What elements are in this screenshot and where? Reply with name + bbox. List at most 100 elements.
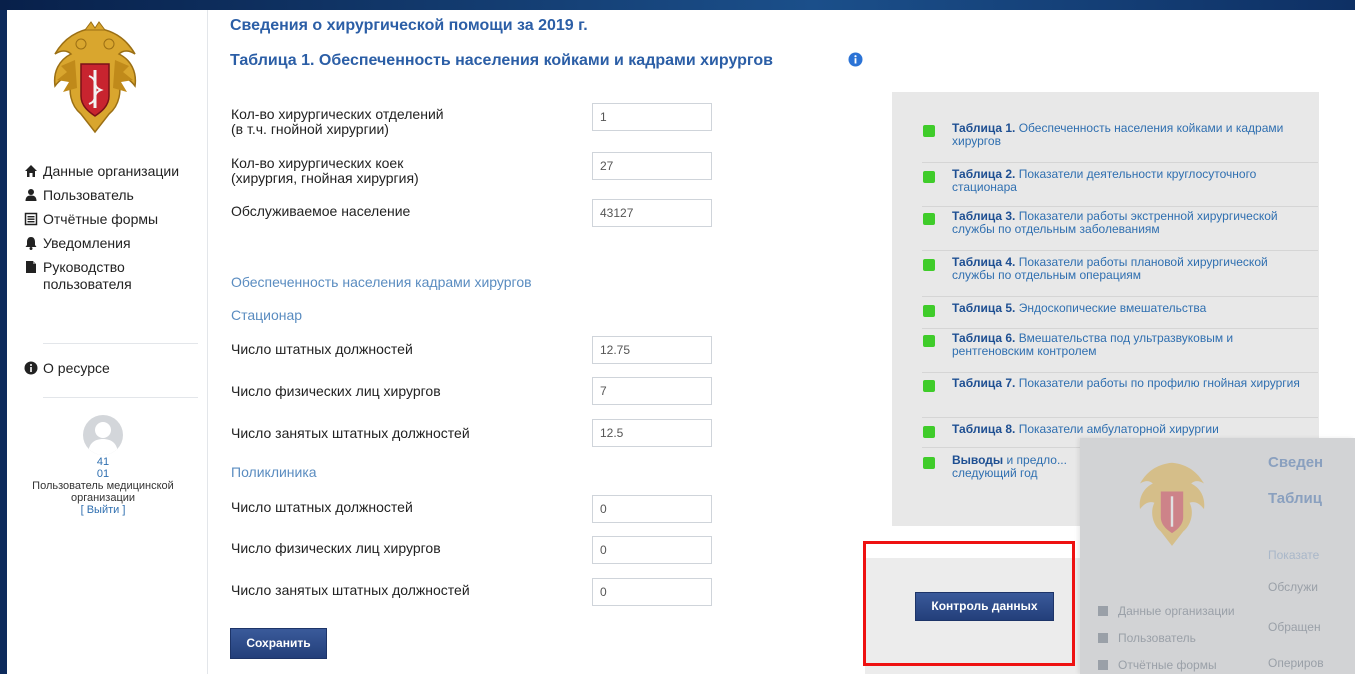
population-input[interactable] xyxy=(592,199,712,227)
avatar xyxy=(83,415,123,455)
table-link-desc: Эндоскопические вмешательства xyxy=(1015,301,1207,315)
overlay-nav-item: Данные организации xyxy=(1098,604,1235,618)
info-circle-icon xyxy=(24,361,38,375)
table-link-name: Таблица 8. xyxy=(952,422,1016,436)
status-complete-icon xyxy=(923,125,935,137)
document-icon xyxy=(26,261,36,273)
table-link-3[interactable]: Таблица 3. Показатели работы экстренной … xyxy=(922,210,1318,251)
table-link-name: Таблица 2. xyxy=(952,167,1016,181)
table-link-name: Таблица 4. xyxy=(952,255,1016,269)
field-label-staff-positions: Число штатных должностей xyxy=(231,341,413,357)
table-link-name: Таблица 1. xyxy=(952,121,1016,135)
overlay-line: Опериров xyxy=(1268,656,1324,670)
info-icon[interactable] xyxy=(848,52,863,67)
overlay-nav-item: Пользователь xyxy=(1098,631,1196,645)
home-icon xyxy=(25,165,37,177)
table-link-4[interactable]: Таблица 4. Показатели работы плановой хи… xyxy=(922,256,1318,297)
overlay-nav-item: Отчётные формы xyxy=(1098,658,1217,672)
status-complete-icon xyxy=(923,335,935,347)
coat-of-arms-logo xyxy=(1139,462,1205,546)
sidebar-item-label: О ресурсе xyxy=(43,360,110,376)
highlight-frame xyxy=(863,541,1075,666)
sidebar-nav: Данные организации Пользователь Отчётные… xyxy=(7,160,207,306)
table-link-name: Выводы xyxy=(952,453,1004,467)
field-label-staff-positions: Число штатных должностей xyxy=(231,499,413,515)
user-id-line2: 01 xyxy=(96,468,110,480)
polyclinic-occupied-input[interactable] xyxy=(592,578,712,606)
stationary-staff-positions-input[interactable] xyxy=(592,336,712,364)
field-label-occupied-positions: Число занятых штатных должностей xyxy=(231,425,470,441)
sidebar-item-user[interactable]: Пользователь xyxy=(7,184,207,208)
status-complete-icon xyxy=(923,380,935,392)
field-label-departments: Кол-во хирургических отделений (в т.ч. г… xyxy=(231,106,444,137)
field-label-surgeons-count: Число физических лиц хирургов xyxy=(231,383,441,399)
logout-link[interactable]: [ Выйти ] xyxy=(7,504,199,516)
section-title-staffing: Обеспеченность населения кадрами хирурго… xyxy=(231,274,532,290)
list-icon xyxy=(1098,660,1108,670)
table-link-name: Таблица 7. xyxy=(952,376,1016,390)
status-complete-icon xyxy=(923,213,935,225)
sidebar-item-label: Уведомления xyxy=(43,235,131,251)
table-link-desc: Показатели работы по профилю гнойная хир… xyxy=(1015,376,1300,390)
user-id-line1: 41 xyxy=(96,456,110,468)
sidebar-item-label: Руководство пользователя xyxy=(43,259,132,292)
departments-input[interactable] xyxy=(592,103,712,131)
sidebar-item-label: Пользователь xyxy=(43,187,134,203)
bell-icon xyxy=(25,237,37,250)
table-link-1[interactable]: Таблица 1. Обеспеченность населения койк… xyxy=(922,122,1318,163)
table-link-name: Таблица 3. xyxy=(952,209,1016,223)
sidebar-item-manual[interactable]: Руководство пользователя xyxy=(7,256,207,306)
overlay-line: Обслужи xyxy=(1268,580,1318,594)
list-icon xyxy=(24,212,38,226)
sidebar-item-notifications[interactable]: Уведомления xyxy=(7,232,207,256)
section-title-polyclinic: Поликлиника xyxy=(231,464,317,480)
user-info: 41 01 Пользователь медицинской организац… xyxy=(7,456,199,516)
status-complete-icon xyxy=(923,305,935,317)
save-button[interactable]: Сохранить xyxy=(230,628,327,659)
table-link-desc: Показатели амбулаторной хирургии xyxy=(1015,422,1219,436)
table-link-7[interactable]: Таблица 7. Показатели работы по профилю … xyxy=(922,377,1318,418)
status-complete-icon xyxy=(923,171,935,183)
table-link-6[interactable]: Таблица 6. Вмешательства под ультразвуко… xyxy=(922,332,1318,373)
table-link-2[interactable]: Таблица 2. Показатели деятельности кругл… xyxy=(922,168,1318,207)
stationary-surgeons-input[interactable] xyxy=(592,377,712,405)
table-link-name: Таблица 6. xyxy=(952,331,1016,345)
user-icon xyxy=(1098,633,1108,643)
sidebar-item-about[interactable]: О ресурсе xyxy=(7,357,207,381)
divider xyxy=(43,343,198,344)
stationary-occupied-input[interactable] xyxy=(592,419,712,447)
polyclinic-surgeons-input[interactable] xyxy=(592,536,712,564)
status-complete-icon xyxy=(923,457,935,469)
home-icon xyxy=(1098,606,1108,616)
field-label-population: Обслуживаемое население xyxy=(231,203,411,219)
field-label-occupied-positions: Число занятых штатных должностей xyxy=(231,582,470,598)
coat-of-arms-logo xyxy=(53,21,137,134)
sidebar-item-reports[interactable]: Отчётные формы xyxy=(7,208,207,232)
beds-input[interactable] xyxy=(592,152,712,180)
sidebar: Данные организации Пользователь Отчётные… xyxy=(7,10,208,674)
top-bar xyxy=(0,0,1355,10)
field-label-surgeons-count: Число физических лиц хирургов xyxy=(231,540,441,556)
preview-overlay: Данные организации Пользователь Отчётные… xyxy=(1080,438,1355,674)
app-frame: Данные организации Пользователь Отчётные… xyxy=(7,10,1355,674)
divider xyxy=(43,397,198,398)
overlay-line: Обращен xyxy=(1268,620,1321,634)
overlay-title: Сведен xyxy=(1268,454,1324,471)
sidebar-item-label: Данные организации xyxy=(43,163,180,179)
polyclinic-staff-positions-input[interactable] xyxy=(592,495,712,523)
overlay-line: Показате xyxy=(1268,548,1320,562)
field-label-beds: Кол-во хирургических коек (хирургия, гно… xyxy=(231,155,419,186)
overlay-subtitle: Таблиц xyxy=(1268,490,1322,507)
user-role: Пользователь медицинской организации xyxy=(32,480,174,504)
table-link-5[interactable]: Таблица 5. Эндоскопические вмешательства xyxy=(922,302,1318,329)
user-icon xyxy=(25,189,37,201)
page-subtitle: Таблица 1. Обеспеченность населения койк… xyxy=(230,52,773,69)
status-complete-icon xyxy=(923,426,935,438)
sidebar-item-label: Отчётные формы xyxy=(43,211,159,227)
sidebar-item-organization[interactable]: Данные организации xyxy=(7,160,207,184)
table-link-name: Таблица 5. xyxy=(952,301,1016,315)
section-title-stationary: Стационар xyxy=(231,307,303,323)
user-avatar-icon xyxy=(88,422,118,455)
page-title: Сведения о хирургической помощи за 2019 … xyxy=(230,17,588,34)
status-complete-icon xyxy=(923,259,935,271)
